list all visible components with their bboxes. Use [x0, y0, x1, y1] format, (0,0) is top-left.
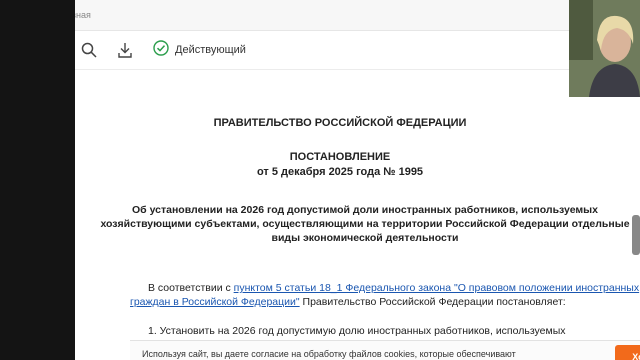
dark-left-margin [0, 0, 75, 360]
search-icon[interactable] [79, 40, 99, 60]
para-prefix: В соответствии с [148, 282, 234, 294]
document-status: Действующий [153, 39, 246, 61]
title-line: хозяйствующими субъектами, осуществляющи… [100, 218, 630, 230]
para-suffix: Правительство Российской Федерации поста… [299, 296, 566, 308]
doc-type: ПОСТАНОВЛЕНИЕ [289, 151, 391, 163]
breadcrumb[interactable]: лавная [75, 10, 91, 20]
title-line: виды экономической деятельности [271, 232, 459, 244]
doc-date-number: от 5 декабря 2025 года № 1995 [256, 166, 424, 178]
title-line: Об установлении на 2026 год допустимой д… [132, 204, 598, 216]
cookie-accept-button[interactable]: Хорошо [615, 345, 640, 360]
document-toolbar: Действующий [75, 31, 640, 70]
download-icon[interactable] [115, 40, 135, 60]
webcam-overlay [569, 0, 640, 97]
doc-government: ПРАВИТЕЛЬСТВО РОССИЙСКОЙ ФЕДЕРАЦИИ [213, 117, 467, 129]
document-viewer: лавная Действующий ПРАВИТЕЛЬСТВО РОССИЙС… [75, 0, 640, 360]
cookie-text: Используя сайт, вы даете согласие на обр… [142, 349, 516, 359]
doc-paragraph-intro: В соответствии с пунктом 5 статьи 18_1 Ф… [130, 281, 640, 309]
status-label: Действующий [175, 44, 246, 56]
cookie-banner: Используя сайт, вы даете согласие на обр… [130, 340, 640, 360]
check-circle-icon [153, 39, 169, 61]
doc-title: Об установлении на 2026 год допустимой д… [75, 203, 640, 245]
scrollbar-thumb[interactable] [632, 215, 640, 255]
top-bar: лавная [75, 0, 640, 31]
